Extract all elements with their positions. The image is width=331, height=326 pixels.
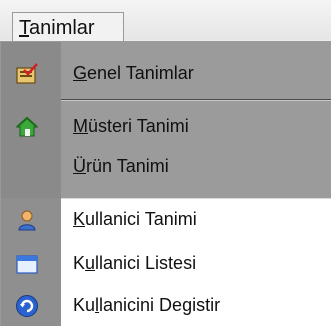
menu-item-kullanici-listesi[interactable]: Kullanici Listesi xyxy=(1,246,331,284)
menu-item-musteri-tanimi[interactable]: Müsteri Tanimi xyxy=(1,109,331,147)
menu-item-label: Genel Tanimlar xyxy=(73,63,194,83)
menu-tanimlar-label: animlar xyxy=(29,17,95,39)
menu-item-kullanici-tanimi[interactable]: Kullanici Tanimi xyxy=(1,202,331,240)
menu-separator xyxy=(61,99,331,101)
menu-bar: Tanimlar xyxy=(0,0,331,42)
menu-item-label: Ürün Tanimi xyxy=(73,156,169,176)
menu-item-label: Kullanici Listesi xyxy=(73,253,197,273)
menu-item-label: Kullanicini Degistir xyxy=(73,295,221,315)
menu-item-genel-tanimlar[interactable]: Genel Tanimlar xyxy=(1,56,331,94)
menu-item-label: Kullanici Tanimi xyxy=(73,209,197,229)
menu-tanimlar[interactable]: Tanimlar xyxy=(12,12,124,42)
menu-item-kullanicini-degistir[interactable]: Kullanicini Degistir xyxy=(1,288,331,326)
menu-item-label: Müsteri Tanimi xyxy=(73,116,189,136)
window-icon xyxy=(16,255,38,274)
tanimlar-dropdown: Genel Tanimlar Müsteri Tanimi Ürün Tanim… xyxy=(0,41,331,326)
menu-separator xyxy=(61,198,331,199)
house-icon xyxy=(15,116,39,137)
user-icon xyxy=(18,210,36,231)
form-check-icon xyxy=(16,63,38,84)
menu-tanimlar-hotkey: T xyxy=(19,17,29,39)
menu-item-urun-tanimi[interactable]: Ürün Tanimi xyxy=(1,149,331,187)
switch-user-icon xyxy=(16,295,38,317)
